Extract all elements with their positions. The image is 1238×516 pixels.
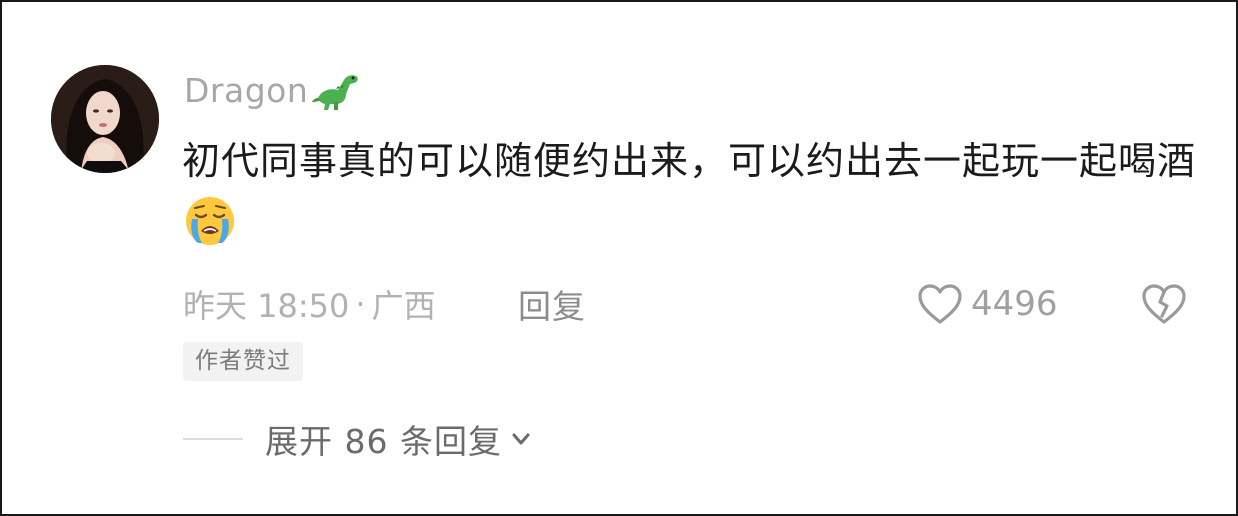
loudly-crying-face-icon (186, 197, 234, 245)
like-button[interactable]: 4496 (917, 280, 1058, 328)
comment-card: Dragon 初代同事真的可以随便约出来，可以约出去一起玩一起喝酒 昨天 18:… (0, 0, 1238, 516)
comment-meta: 昨天 18:50 · 广西 (183, 282, 436, 326)
username[interactable]: Dragon (184, 68, 362, 112)
location: 广西 (371, 287, 436, 325)
comment-body: 初代同事真的可以随便约出来，可以约出去一起玩一起喝酒 (182, 139, 1197, 183)
reply-button[interactable]: 回复 (518, 282, 586, 326)
comment-text: 初代同事真的可以随便约出来，可以约出去一起玩一起喝酒 (182, 130, 1202, 256)
author-liked-badge: 作者赞过 (183, 342, 303, 381)
dislike-button[interactable] (1140, 280, 1188, 328)
reply-label: 回复 (518, 287, 586, 326)
like-count: 4496 (971, 284, 1058, 324)
avatar[interactable] (51, 65, 159, 173)
meta-separator: · (355, 285, 366, 323)
username-label: Dragon (184, 70, 309, 110)
chevron-down-icon (512, 433, 530, 445)
dinosaur-icon (312, 75, 359, 110)
divider-line (183, 438, 243, 440)
broken-heart-icon (1142, 284, 1186, 324)
timestamp: 昨天 18:50 (183, 287, 350, 325)
avatar-image (51, 65, 159, 173)
expand-replies-label: 展开 86 条回复 (265, 422, 502, 461)
expand-replies-button[interactable]: 展开 86 条回复 (183, 416, 532, 462)
heart-icon (918, 284, 962, 324)
